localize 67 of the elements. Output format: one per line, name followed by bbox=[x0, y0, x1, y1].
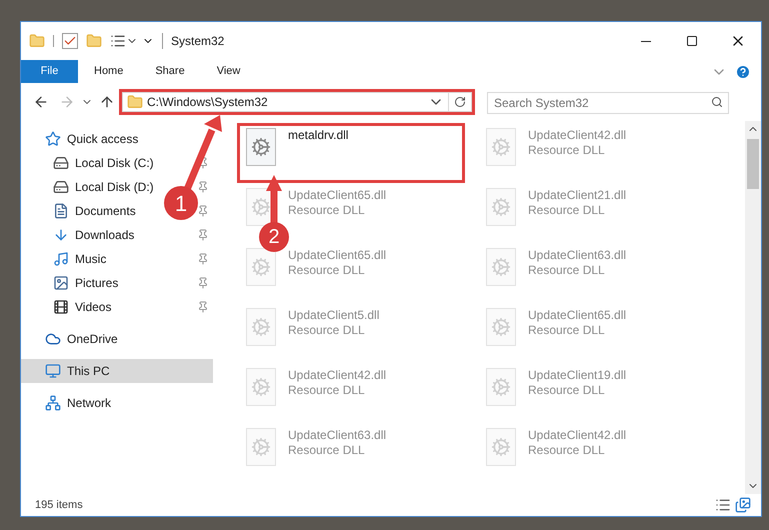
file-type: Resource DLL bbox=[288, 383, 366, 398]
gear-file-icon bbox=[246, 428, 276, 466]
search-field[interactable]: Search System32 bbox=[487, 92, 729, 114]
gear-file-icon bbox=[486, 248, 516, 286]
nav-item[interactable]: Music bbox=[75, 250, 106, 268]
window-title: System32 bbox=[171, 33, 224, 50]
large-icons-view-icon[interactable] bbox=[735, 497, 751, 513]
nav-item[interactable]: Local Disk (D:) bbox=[75, 178, 154, 196]
view-list-icon[interactable] bbox=[110, 33, 126, 49]
download-icon bbox=[53, 227, 69, 243]
address-field[interactable]: C:\Windows\System32 bbox=[122, 92, 472, 112]
nav-item[interactable]: Downloads bbox=[75, 226, 134, 244]
file-type: Resource DLL bbox=[528, 443, 606, 458]
ribbon-tab[interactable]: Share bbox=[139, 60, 201, 83]
file-type: Resource DLL bbox=[528, 203, 606, 218]
music-note-icon bbox=[53, 251, 69, 267]
file-type: Resource DLL bbox=[528, 383, 606, 398]
folder-icon bbox=[127, 94, 143, 110]
file-type: Resource DLL bbox=[288, 203, 366, 218]
file-type: Resource DLL bbox=[528, 143, 606, 158]
item-count: 195 items bbox=[35, 498, 83, 513]
file-type: Resource DLL bbox=[288, 263, 366, 278]
film-icon bbox=[53, 299, 69, 315]
ribbon-tab[interactable]: Home bbox=[78, 60, 140, 83]
monitor-icon bbox=[45, 363, 61, 379]
drive-icon bbox=[53, 179, 69, 195]
properties-icon[interactable] bbox=[62, 33, 78, 49]
network-icon bbox=[45, 395, 61, 411]
gear-file-icon bbox=[246, 128, 276, 166]
nav-item[interactable]: This PC bbox=[21, 359, 213, 383]
maximize-icon bbox=[686, 35, 698, 47]
details-view-icon[interactable] bbox=[715, 497, 731, 513]
minimize-icon bbox=[641, 40, 651, 42]
file-name[interactable]: metaldrv.dll bbox=[288, 128, 348, 143]
nav-item[interactable]: Quick access bbox=[21, 127, 213, 151]
scrollbar[interactable] bbox=[745, 121, 761, 494]
cloud-icon bbox=[45, 331, 61, 347]
search-icon[interactable] bbox=[711, 96, 723, 108]
nav-item[interactable]: Network bbox=[21, 391, 213, 415]
gear-file-icon bbox=[486, 428, 516, 466]
scrollbar-thumb[interactable] bbox=[747, 139, 759, 189]
picture-icon bbox=[53, 275, 69, 291]
nav-item[interactable]: Documents bbox=[75, 202, 136, 220]
star-icon bbox=[45, 131, 61, 147]
gear-file-icon bbox=[486, 308, 516, 346]
refresh-icon[interactable] bbox=[454, 96, 466, 108]
file-type: Resource DLL bbox=[528, 263, 606, 278]
gear-file-icon bbox=[486, 368, 516, 406]
gear-file-icon bbox=[486, 188, 516, 226]
file-type: Resource DLL bbox=[288, 323, 366, 338]
file-type: Resource DLL bbox=[528, 323, 606, 338]
nav-item[interactable]: Pictures bbox=[75, 274, 118, 292]
up-icon[interactable] bbox=[99, 94, 115, 110]
gear-file-icon bbox=[246, 308, 276, 346]
nav-item[interactable]: OneDrive bbox=[21, 327, 213, 351]
back-icon[interactable] bbox=[33, 94, 49, 110]
file-menu-button[interactable]: File bbox=[21, 60, 78, 83]
nav-item[interactable]: Local Disk (C:) bbox=[75, 154, 154, 172]
gear-file-icon bbox=[246, 248, 276, 286]
nav-item[interactable]: Videos bbox=[75, 298, 112, 316]
ribbon-tab[interactable]: View bbox=[200, 60, 256, 83]
file-type: Resource DLL bbox=[288, 443, 366, 458]
help-icon[interactable] bbox=[735, 64, 751, 80]
document-icon bbox=[53, 203, 69, 219]
gear-file-icon bbox=[246, 368, 276, 406]
gear-file-icon bbox=[486, 128, 516, 166]
drive-icon bbox=[53, 155, 69, 171]
